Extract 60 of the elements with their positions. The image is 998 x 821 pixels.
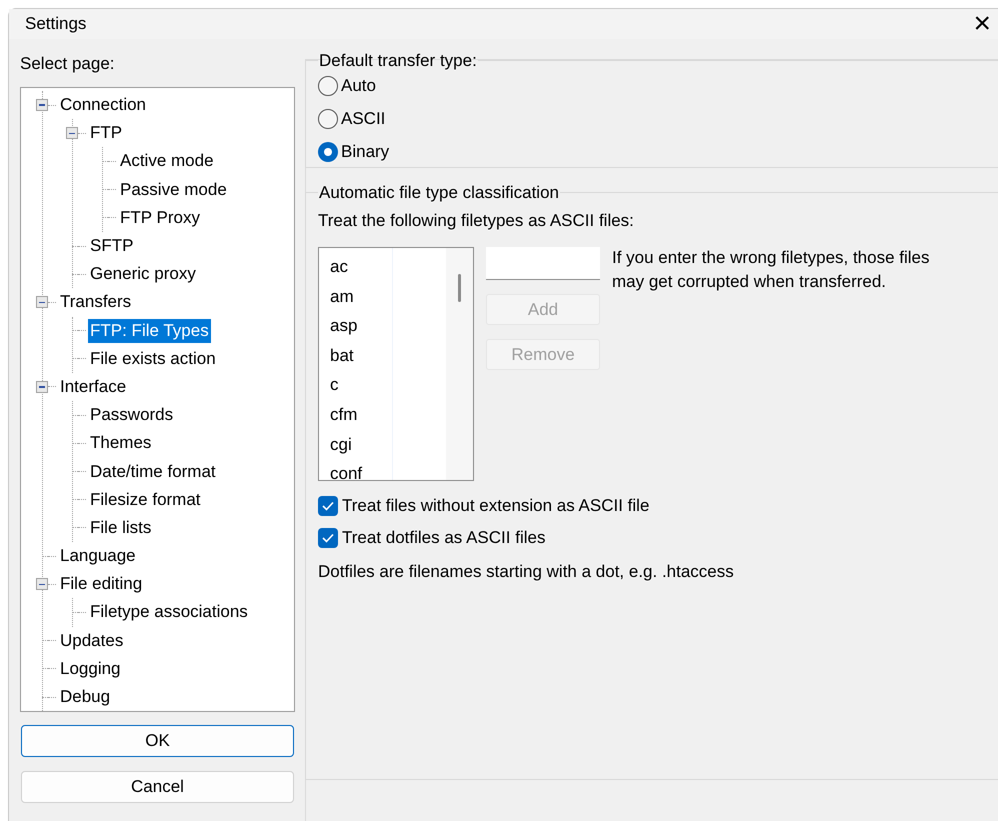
- tree-item[interactable]: Passive mode: [118, 178, 229, 202]
- tree-item[interactable]: Passwords: [88, 403, 176, 428]
- collapse-icon[interactable]: [36, 578, 48, 590]
- ok-button[interactable]: OK: [21, 725, 294, 757]
- list-item[interactable]: asp: [330, 311, 392, 341]
- list-item[interactable]: c: [330, 370, 392, 400]
- checkbox[interactable]: [318, 528, 338, 548]
- radio-button[interactable]: [318, 76, 338, 96]
- collapse-icon[interactable]: [36, 99, 48, 112]
- tree-item[interactable]: Logging: [58, 656, 123, 681]
- collapse-icon[interactable]: [36, 380, 48, 393]
- warning-text: If you enter the wrong filetypes, those files may get corrupted when transferred.: [612, 247, 931, 293]
- tree-item[interactable]: Debug: [58, 685, 112, 710]
- check-icon: [322, 533, 334, 543]
- tree-item[interactable]: File exists action: [88, 346, 218, 371]
- list-item[interactable]: am: [330, 282, 392, 312]
- tree-item[interactable]: Updates: [58, 628, 126, 653]
- filetype-list[interactable]: ac am asp bat c cfm cgi conf: [318, 247, 474, 481]
- checkbox[interactable]: [318, 496, 338, 516]
- intro-text: Treat the following filetypes as ASCII files:: [318, 210, 635, 232]
- list-item[interactable]: ac: [330, 252, 392, 282]
- window-title: Settings: [25, 13, 86, 36]
- tree-item[interactable]: Connection: [58, 93, 148, 118]
- tree-item[interactable]: FTP: File Types: [88, 318, 211, 343]
- collapse-icon[interactable]: [66, 127, 78, 140]
- tree-item[interactable]: File lists: [88, 516, 154, 540]
- tree-item[interactable]: Language: [58, 544, 138, 568]
- radio-label: ASCII: [341, 108, 386, 130]
- close-button[interactable]: ×: [973, 9, 991, 39]
- checkbox-label: Treat files without extension as ASCII file: [342, 495, 650, 518]
- group-title: Automatic file type classification: [318, 182, 560, 204]
- list-item[interactable]: cfm: [330, 400, 392, 430]
- tree-item[interactable]: Transfers: [58, 290, 134, 314]
- note-text: Dotfiles are filenames starting with a dot, e.g. .htaccess: [318, 561, 735, 583]
- checkbox-label: Treat dotfiles as ASCII files: [342, 527, 546, 550]
- radio-label: Auto: [341, 75, 376, 98]
- tree-item[interactable]: SFTP: [88, 234, 136, 258]
- radio-button[interactable]: [318, 142, 338, 162]
- list-item[interactable]: bat: [330, 340, 392, 370]
- scrollbar[interactable]: [446, 248, 473, 480]
- tree-item[interactable]: Themes: [88, 431, 154, 456]
- radio-label: Binary: [341, 141, 390, 164]
- collapse-icon[interactable]: [36, 296, 48, 308]
- cancel-button[interactable]: Cancel: [21, 771, 294, 803]
- tree-item[interactable]: FTP Proxy: [118, 206, 202, 230]
- radio-button[interactable]: [318, 109, 338, 129]
- group-title: Default transfer type:: [318, 50, 478, 72]
- tree-item[interactable]: Active mode: [118, 149, 216, 174]
- tree-item[interactable]: Interface: [58, 374, 128, 399]
- list-item[interactable]: cgi: [330, 430, 392, 460]
- check-icon: [322, 501, 334, 511]
- tree-item[interactable]: Filesize format: [88, 488, 203, 512]
- tree-item[interactable]: Filetype associations: [88, 600, 250, 624]
- section-label: Select page:: [20, 53, 116, 75]
- filetype-input[interactable]: [486, 247, 600, 280]
- tree-item[interactable]: File editing: [58, 572, 144, 596]
- list-item[interactable]: conf: [330, 459, 392, 480]
- tree-item[interactable]: FTP: [88, 121, 124, 146]
- tree-item[interactable]: Generic proxy: [88, 262, 198, 286]
- tree-item[interactable]: Date/time format: [88, 460, 218, 484]
